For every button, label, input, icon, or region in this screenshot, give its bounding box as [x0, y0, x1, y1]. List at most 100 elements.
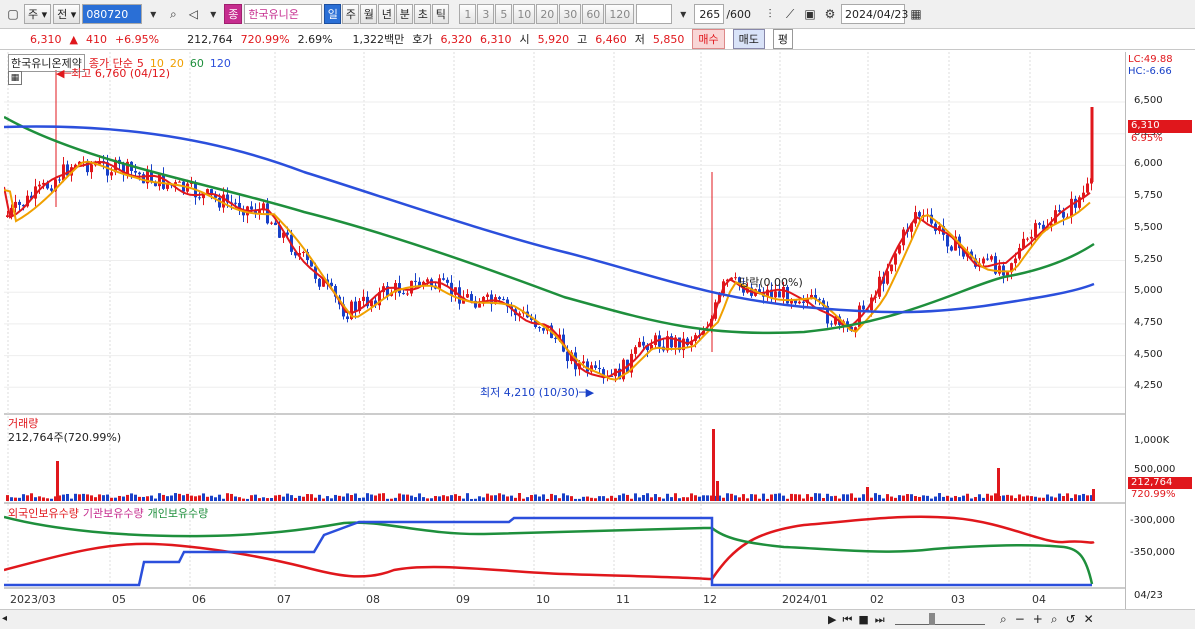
volume-bar	[846, 494, 849, 501]
candle-body	[134, 170, 137, 173]
buy-button[interactable]: 매수	[692, 29, 725, 49]
volume-bar	[678, 498, 681, 501]
period-tab-5[interactable]: 초	[414, 4, 432, 24]
volume-bar	[442, 495, 445, 501]
ma-period-4: 120	[209, 56, 231, 70]
flat-button[interactable]: 평	[772, 29, 794, 49]
volume-bar	[82, 493, 85, 501]
volume-bar	[478, 496, 481, 501]
volume-bar	[150, 495, 153, 501]
volume-bar	[990, 495, 993, 501]
interval-tab-6[interactable]: 60	[582, 4, 605, 24]
period-tab-6[interactable]: 틱	[432, 4, 450, 24]
sound-icon[interactable]: ◁	[184, 4, 202, 24]
turnover: 2.69%	[297, 32, 333, 46]
calendar-icon[interactable]: ▦	[907, 4, 925, 24]
next-icon[interactable]: ▶	[828, 613, 836, 627]
candle-body	[318, 278, 321, 287]
reset-icon[interactable]: ↺	[1066, 612, 1076, 627]
volume-bar	[166, 496, 169, 501]
close-icon[interactable]: ✕	[1084, 612, 1094, 627]
search-icon[interactable]: ⌕	[164, 4, 182, 24]
volume-bar	[234, 496, 237, 501]
interval-tab-0[interactable]: 1	[459, 4, 477, 24]
sell-button[interactable]: 매도	[732, 29, 765, 49]
volume-bar	[878, 494, 881, 501]
market-select[interactable]: 주 ▾	[24, 4, 52, 24]
date-input[interactable]: 2024/04/23	[841, 4, 908, 24]
stock-name-field[interactable]: 한국유니온	[244, 4, 323, 24]
volume-bar	[974, 497, 977, 501]
institution-holding-line	[4, 516, 1092, 587]
interval-dropdown-icon[interactable]: ▾	[674, 4, 692, 24]
chevron-down-icon[interactable]: ▾	[204, 4, 222, 24]
volume-bar	[1054, 497, 1057, 501]
volume-bar	[142, 496, 145, 501]
fit-icon[interactable]: ⌕	[1051, 612, 1058, 627]
candle-body	[1014, 258, 1017, 264]
volume-bar	[970, 498, 973, 501]
chart-area[interactable]: 2023/03 05 06 07 08 09 10 11 12 2024/01 02 03 04 한국유…	[3, 52, 1125, 609]
save-icon[interactable]: ▣	[801, 4, 819, 24]
candle-body	[50, 188, 53, 191]
market-label: 주	[28, 8, 39, 21]
prev-button[interactable]: 전 ▾	[53, 4, 81, 24]
plus-icon[interactable]: +	[1033, 612, 1043, 627]
count-display[interactable]: 265	[694, 4, 725, 24]
volume-bar	[310, 494, 313, 501]
volume-bar	[1010, 495, 1013, 501]
volume-bar	[406, 494, 409, 501]
window-icon[interactable]: ▢	[4, 4, 22, 24]
interval-tab-4[interactable]: 20	[536, 4, 559, 24]
interval-tab-1[interactable]: 3	[477, 4, 495, 24]
volume-bar	[506, 496, 509, 501]
gear-icon[interactable]: ⚙	[821, 4, 839, 24]
interval-tab-3[interactable]: 10	[513, 4, 536, 24]
candle-body	[198, 197, 201, 199]
fast-forward-icon[interactable]: ⏭	[875, 613, 885, 627]
volume-bar	[518, 493, 521, 501]
code-dropdown-icon[interactable]: ▾	[144, 4, 162, 24]
prev-step-icon[interactable]: ⏮	[842, 613, 852, 627]
axis-lc: LC:49.88	[1128, 54, 1173, 65]
zoom-slider[interactable]	[895, 613, 985, 625]
interval-tab-7[interactable]: 120	[605, 4, 635, 24]
price-axis-label-3: 5,750	[1134, 190, 1163, 202]
volume-bar	[526, 497, 529, 501]
volume-bar	[1038, 497, 1041, 501]
volume-bar	[938, 493, 941, 501]
candle-body	[222, 194, 225, 208]
candle-body	[206, 189, 209, 193]
volume-bar	[818, 493, 821, 501]
line-chart-icon[interactable]: ⟋	[781, 4, 799, 24]
minus-icon[interactable]: −	[1015, 612, 1025, 627]
period-tab-3[interactable]: 년	[378, 4, 396, 24]
candle-icon[interactable]: ⫶	[761, 4, 779, 24]
volume-bar	[498, 493, 501, 501]
zoom-slider-handle[interactable]	[929, 613, 935, 625]
interval-tab-2[interactable]: 5	[495, 4, 513, 24]
scroll-left-icon[interactable]: ◂	[2, 613, 14, 626]
period-tab-1[interactable]: 주	[342, 4, 360, 24]
institution-legend: 기관보유수량	[82, 507, 144, 520]
interval-tab-5[interactable]: 30	[559, 4, 582, 24]
zoom-icon[interactable]: ⌕	[1000, 612, 1007, 627]
candle-body	[990, 256, 993, 260]
volume-bar	[550, 493, 553, 501]
period-tab-2[interactable]: 월	[360, 4, 378, 24]
volume-bar	[174, 493, 177, 501]
stock-code-input[interactable]: 080720	[82, 4, 143, 24]
stop-icon[interactable]: ■	[858, 613, 868, 627]
table-icon[interactable]: ▦	[8, 71, 22, 85]
period-tab-4[interactable]: 분	[396, 4, 414, 24]
volume-bar	[254, 494, 257, 501]
volume-bar	[34, 497, 37, 501]
volume-bar	[694, 495, 697, 501]
volume-bar	[702, 495, 705, 501]
volume-bar	[838, 498, 841, 501]
interval-input[interactable]	[636, 4, 673, 24]
candle-body	[446, 279, 449, 283]
bottom-scrollbar[interactable]: ◂ ▶ ⏮ ■ ⏭ ⌕ − + ⌕ ↺ ✕	[0, 609, 1195, 629]
chart-canvas[interactable]: 2023/03 05 06 07 08 09 10 11 12 2024/01 02 03 04	[3, 52, 1125, 609]
period-tab-0[interactable]: 일	[324, 4, 342, 24]
